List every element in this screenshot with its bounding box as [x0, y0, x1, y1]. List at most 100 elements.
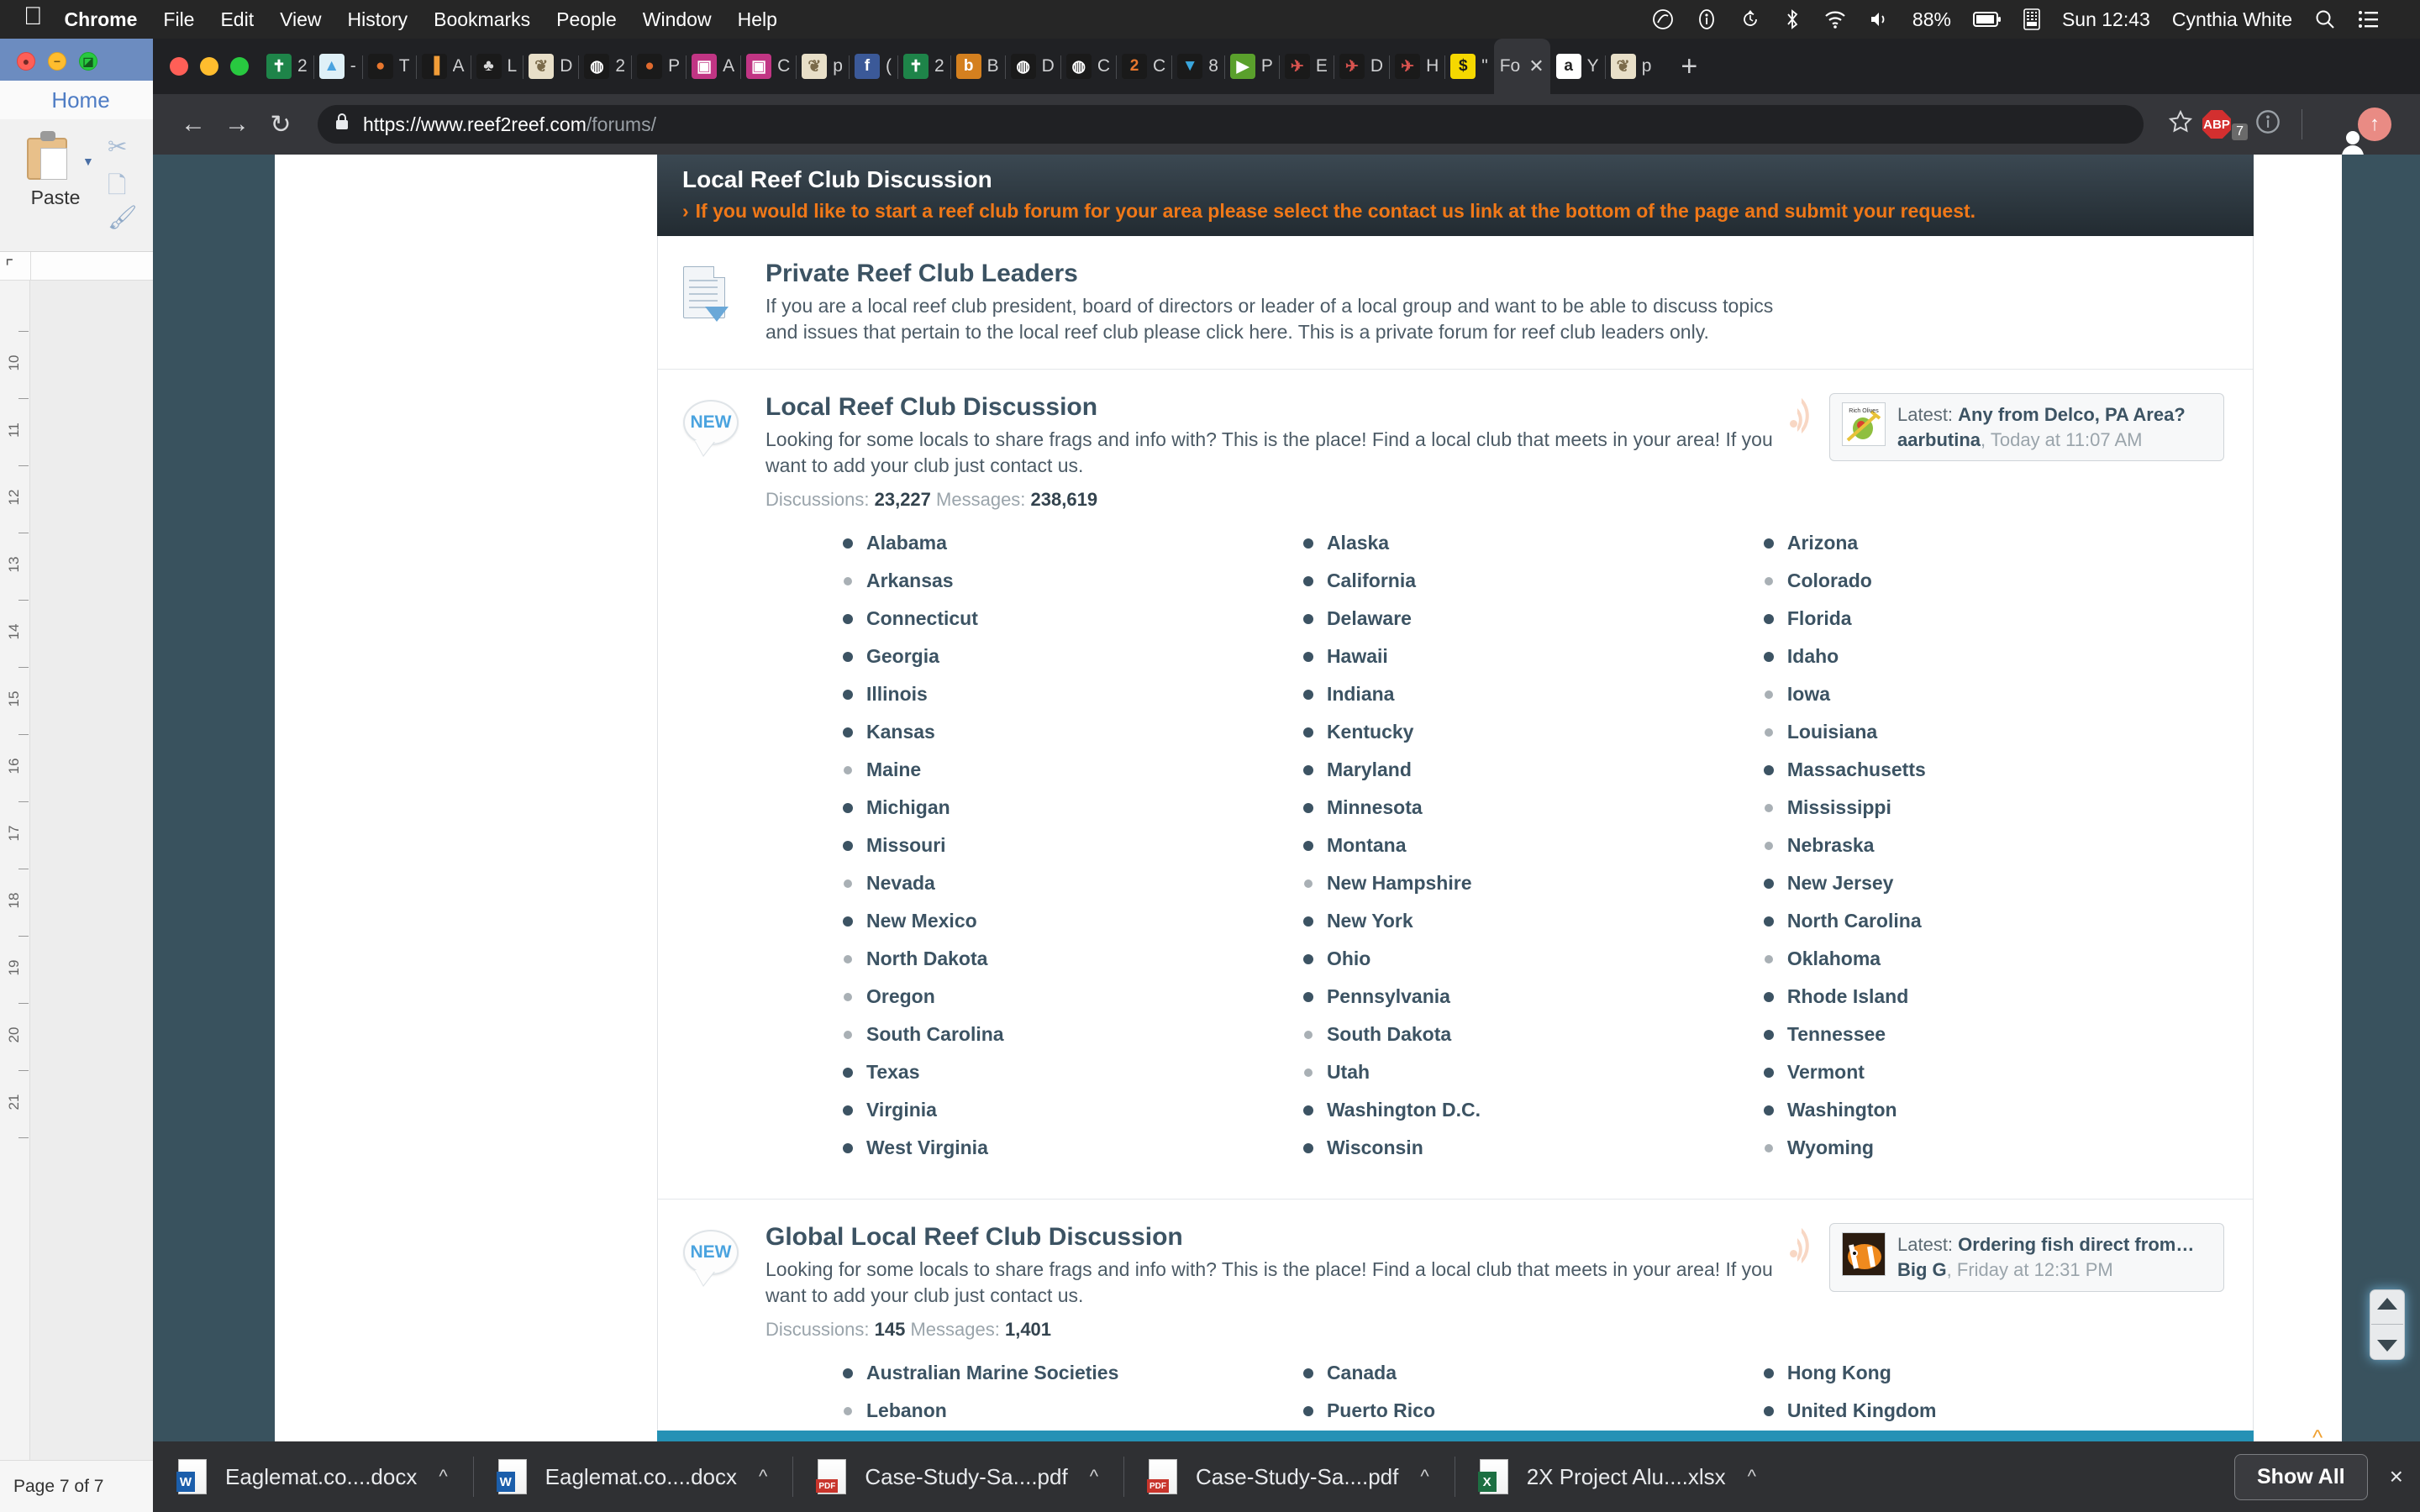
latest-user-link[interactable]: Big G [1897, 1259, 1947, 1280]
browser-tab[interactable]: ✝ 2 [897, 39, 950, 94]
chevron-up-icon[interactable]: ^ [1420, 1466, 1428, 1488]
avatar[interactable] [1842, 1232, 1886, 1277]
browser-tab[interactable]: ❦ p [1604, 39, 1658, 94]
subforum-link[interactable]: New Hampshire [1303, 864, 1764, 902]
latest-user-link[interactable]: aarbutina [1897, 429, 1981, 450]
menu-item-history[interactable]: History [348, 8, 408, 31]
search-icon[interactable] [2314, 8, 2336, 30]
volume-icon[interactable] [1869, 10, 1891, 29]
adblock-icon[interactable]: ABP 7 [2202, 110, 2248, 140]
download-item[interactable]: Eaglemat.co....docx ^ [153, 1441, 473, 1512]
cut-scissors-icon[interactable]: ✂ [108, 133, 127, 160]
reload-button[interactable]: ↻ [259, 110, 302, 139]
menu-item-chrome[interactable]: Chrome [65, 8, 138, 31]
browser-tab[interactable]: bB [950, 39, 1005, 94]
word-close-button[interactable]: ● [17, 52, 35, 71]
subforum-link[interactable]: Lebanon [843, 1392, 1303, 1430]
browser-tab[interactable]: 2C [1116, 39, 1171, 94]
subforum-link[interactable]: Kansas [843, 713, 1303, 751]
subforum-link[interactable]: Kentucky [1302, 713, 1764, 751]
download-item[interactable]: 2X Project Alu....xlsx ^ [1454, 1441, 1781, 1512]
address-bar[interactable]: https://www.reef2reef.com/forums/ [318, 105, 2144, 144]
browser-tab[interactable]: ▣ C [740, 39, 796, 94]
info-circle-icon[interactable] [1696, 8, 1718, 30]
subforum-link[interactable]: Massachusetts [1763, 751, 2224, 789]
browser-tab[interactable]: ▣ A [686, 39, 740, 94]
menu-item-view[interactable]: View [280, 8, 321, 31]
menu-item-window[interactable]: Window [643, 8, 712, 31]
browser-tab[interactable]: ✈ H [1389, 39, 1444, 94]
latest-thread-link[interactable]: Ordering fish direct from… [1958, 1234, 2194, 1255]
browser-tab[interactable]: ● P [631, 39, 686, 94]
subforum-link[interactable]: Oregon [843, 978, 1303, 1016]
subforum-link[interactable]: Alaska [1302, 524, 1764, 562]
browser-tab[interactable]: ✈ E [1278, 39, 1334, 94]
subforum-link[interactable]: Rhode Island [1763, 978, 2224, 1016]
browser-tab[interactable]: $ " [1444, 39, 1493, 94]
close-shelf-button[interactable]: × [2390, 1463, 2403, 1490]
subforum-link[interactable]: Minnesota [1302, 789, 1764, 827]
chrome-close-button[interactable] [170, 57, 188, 76]
new-tab-button[interactable]: + [1670, 50, 1707, 83]
subforum-link[interactable]: Idaho [1763, 638, 2224, 675]
subforum-link[interactable]: Washington D.C. [1302, 1091, 1764, 1129]
browser-tab[interactable]: ◍ C [1060, 39, 1116, 94]
subforum-link[interactable]: Vermont [1763, 1053, 2224, 1091]
back-button[interactable]: ← [171, 110, 215, 139]
browser-tab[interactable]: ● T [361, 39, 416, 94]
rss-icon[interactable] [1783, 397, 1820, 434]
menubar-clock[interactable]: Sun 12:43 [2062, 8, 2150, 31]
browser-tab[interactable]: ✈ D [1333, 39, 1389, 94]
subforum-link[interactable]: Nevada [843, 864, 1303, 902]
menu-item-file[interactable]: File [163, 8, 194, 31]
close-icon[interactable]: ✕ [1528, 55, 1544, 77]
subforum-link[interactable]: Colorado [1764, 562, 2224, 600]
subforum-link[interactable]: Virginia [843, 1091, 1303, 1129]
scroll-arrows-widget[interactable] [2370, 1289, 2405, 1360]
subforum-link[interactable]: Florida [1763, 600, 2224, 638]
forward-button[interactable]: → [215, 110, 259, 139]
subforum-link[interactable]: Arkansas [843, 562, 1303, 600]
subforum-link[interactable]: Maine [843, 751, 1303, 789]
chevron-up-icon[interactable]: ^ [439, 1466, 447, 1488]
browser-tab[interactable]: ✝ 2 [260, 39, 313, 94]
subforum-link[interactable]: Illinois [843, 675, 1303, 713]
menu-item-help[interactable]: Help [738, 8, 777, 31]
subforum-link[interactable]: Delaware [1302, 600, 1764, 638]
subforum-link[interactable]: Mississippi [1764, 789, 2224, 827]
subforum-link[interactable]: Wisconsin [1302, 1129, 1764, 1167]
latest-post-box[interactable]: Rich Olives Latest: Any from Delco, PA Ar… [1829, 393, 2224, 462]
subforum-link[interactable]: Canada [1302, 1354, 1764, 1392]
subforum-link[interactable]: Maryland [1302, 751, 1764, 789]
chevron-up-icon[interactable]: ^ [1748, 1466, 1756, 1488]
download-item[interactable]: Case-Study-Sa....pdf ^ [1123, 1441, 1455, 1512]
download-item[interactable]: Case-Study-Sa....pdf ^ [792, 1441, 1123, 1512]
chevron-up-icon[interactable]: ^ [759, 1466, 767, 1488]
browser-tab[interactable]: ❦ D [523, 39, 578, 94]
subforum-link[interactable]: Australian Marine Societies [843, 1354, 1303, 1392]
copy-icon[interactable]: 🗋 [108, 168, 127, 208]
browser-tab[interactable]: ♣ L [470, 39, 523, 94]
control-center-icon[interactable] [2358, 10, 2380, 29]
subforum-link[interactable]: Tennessee [1763, 1016, 2224, 1053]
subforum-link[interactable]: Hawaii [1302, 638, 1764, 675]
chrome-minimize-button[interactable] [200, 57, 218, 76]
show-all-button[interactable]: Show All [2234, 1453, 2368, 1500]
chevron-up-icon[interactable]: ^ [1090, 1466, 1098, 1488]
subforum-link[interactable]: Nebraska [1764, 827, 2224, 864]
subforum-link[interactable]: Washington [1763, 1091, 2224, 1129]
subforum-link[interactable]: California [1302, 562, 1764, 600]
page-viewport[interactable]: Local Reef Club Discussion › If you would… [153, 155, 2420, 1452]
subforum-link[interactable]: West Virginia [843, 1129, 1303, 1167]
chevron-down-icon[interactable]: ▼ [82, 155, 94, 168]
word-zoom-button[interactable]: ◪ [79, 52, 97, 71]
subforum-link[interactable]: New York [1302, 902, 1764, 940]
subforum-link[interactable]: Utah [1303, 1053, 1764, 1091]
extension-info-icon[interactable] [2246, 109, 2290, 140]
subforum-link[interactable]: United Kingdom [1763, 1392, 2224, 1430]
subforum-link[interactable]: Louisiana [1764, 713, 2224, 751]
browser-tab[interactable]: ▐ A [415, 39, 471, 94]
subforum-link[interactable]: Oklahoma [1764, 940, 2224, 978]
browser-tab[interactable]: ▶ P [1223, 39, 1279, 94]
latest-thread-link[interactable]: Any from Delco, PA Area? [1958, 404, 2186, 425]
